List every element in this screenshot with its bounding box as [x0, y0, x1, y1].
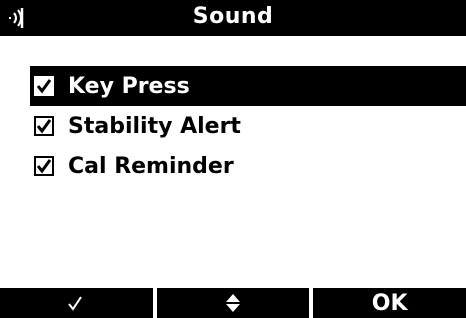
ok-label: OK [371, 290, 408, 316]
ok-softkey[interactable]: OK [313, 288, 466, 318]
options-list: Key Press Stability Alert Cal Reminder [30, 66, 466, 186]
checkbox-checked-icon[interactable] [34, 156, 54, 176]
softkey-bar: OK [0, 288, 466, 318]
checkbox-checked-icon[interactable] [34, 116, 54, 136]
option-label: Stability Alert [68, 113, 241, 139]
option-stability-alert[interactable]: Stability Alert [30, 106, 466, 146]
option-key-press[interactable]: Key Press [30, 66, 466, 106]
title-bar: Sound [0, 0, 466, 36]
option-cal-reminder[interactable]: Cal Reminder [30, 146, 466, 186]
option-label: Cal Reminder [68, 153, 234, 179]
up-down-arrows-icon [226, 294, 240, 312]
checkbox-checked-icon[interactable] [34, 76, 54, 96]
confirm-softkey[interactable] [0, 288, 153, 318]
navigate-softkey[interactable] [156, 288, 310, 318]
page-title: Sound [192, 4, 274, 29]
option-label: Key Press [68, 73, 190, 99]
checkmark-icon [68, 296, 83, 311]
